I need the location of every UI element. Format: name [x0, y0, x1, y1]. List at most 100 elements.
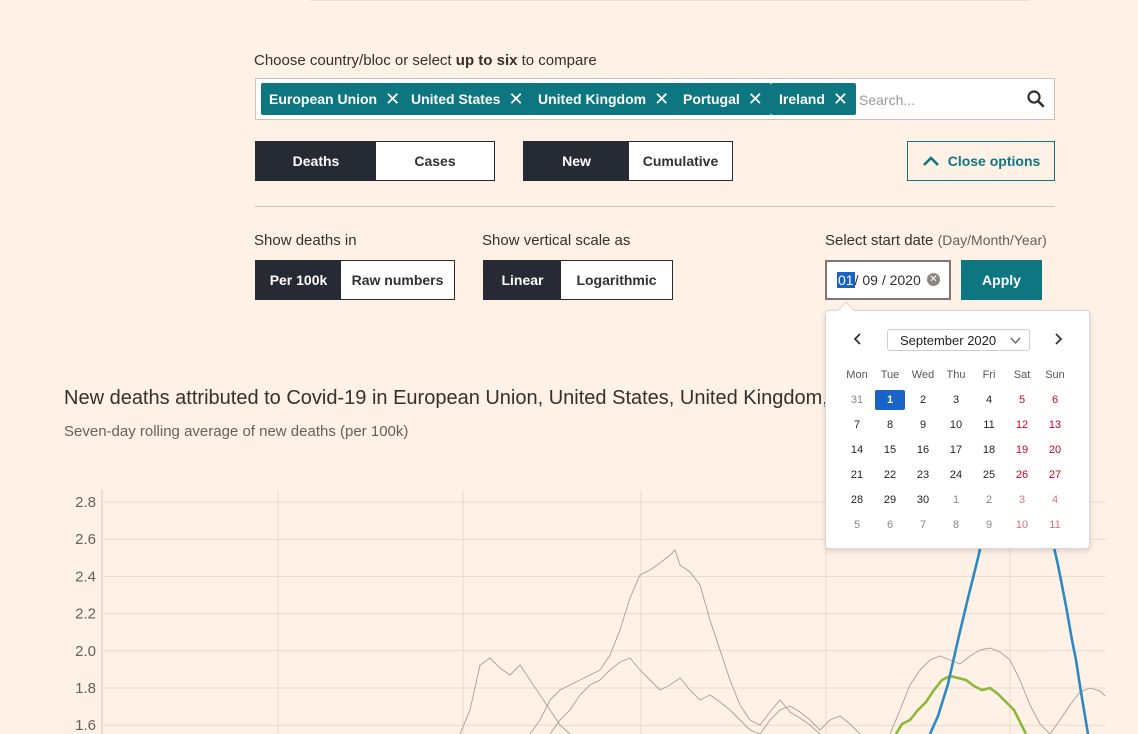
remove-tag-icon[interactable]: ✕: [508, 90, 523, 108]
calendar-day[interactable]: 2: [908, 390, 938, 410]
weekday-header-sat: Sat: [1013, 369, 1031, 381]
y-tick-label: 2.8: [75, 494, 96, 511]
tag-united-kingdom[interactable]: United Kingdom ✕: [530, 83, 678, 115]
close-options-label: Close options: [947, 153, 1041, 169]
calendar-day[interactable]: 12: [1007, 415, 1037, 435]
calendar-day[interactable]: 13: [1040, 415, 1070, 435]
calendar-day[interactable]: 10: [941, 415, 971, 435]
calendar-day[interactable]: 1: [941, 490, 971, 510]
y-axis: 2.8 2.6 2.4 2.2 2.0 1.8 1.6: [75, 494, 96, 734]
calendar-day[interactable]: 7: [842, 415, 872, 435]
top-border: [310, 0, 1030, 1]
country-selector[interactable]: European Union ✕ United States ✕ United Ki…: [255, 78, 1055, 120]
calendar-day[interactable]: 14: [842, 440, 872, 460]
calendar-day[interactable]: 3: [1007, 490, 1037, 510]
tag-label: Portugal: [683, 91, 740, 107]
chevron-left-icon[interactable]: [850, 331, 866, 347]
calendar-day[interactable]: 8: [875, 415, 905, 435]
calendar-day[interactable]: 9: [908, 415, 938, 435]
chevron-down-icon: [1010, 337, 1021, 345]
logarithmic-button[interactable]: Logarithmic: [561, 261, 672, 299]
calendar-day[interactable]: 6: [1040, 390, 1070, 410]
remove-tag-icon[interactable]: ✕: [654, 90, 669, 108]
calendar-day[interactable]: 23: [908, 465, 938, 485]
series-line-gray-5: [889, 647, 1051, 734]
calendar-day[interactable]: 4: [974, 390, 1004, 410]
calendar-day[interactable]: 18: [974, 440, 1004, 460]
date-rest-segment[interactable]: / 09 / 2020: [855, 272, 921, 288]
scale-label: Show vertical scale as: [482, 232, 631, 249]
cumulative-button[interactable]: Cumulative: [629, 142, 732, 180]
raw-numbers-button[interactable]: Raw numbers: [341, 261, 454, 299]
tag-united-states[interactable]: United States ✕: [403, 83, 532, 115]
month-select[interactable]: September 2020: [887, 329, 1030, 351]
remove-tag-icon[interactable]: ✕: [748, 90, 763, 108]
remove-tag-icon[interactable]: ✕: [385, 90, 400, 108]
calendar-day[interactable]: 22: [875, 465, 905, 485]
date-day-segment[interactable]: 01: [837, 272, 855, 288]
calendar-day[interactable]: 5: [842, 515, 872, 535]
calendar-day[interactable]: 10: [1007, 515, 1037, 535]
tag-label: United Kingdom: [538, 91, 647, 107]
calendar-day[interactable]: 17: [941, 440, 971, 460]
calendar-day[interactable]: 11: [1040, 515, 1070, 535]
calendar-day[interactable]: 24: [941, 465, 971, 485]
calendar-day[interactable]: 30: [908, 490, 938, 510]
tag-ireland[interactable]: Ireland ✕: [771, 83, 856, 115]
y-tick-label: 1.8: [75, 680, 96, 697]
tag-portugal[interactable]: Portugal ✕: [675, 83, 771, 115]
y-tick-label: 2.6: [75, 531, 96, 548]
y-tick-label: 2.2: [75, 606, 96, 623]
calendar-day[interactable]: 29: [875, 490, 905, 510]
month-select-label: September 2020: [900, 332, 997, 348]
scale-toggle: Linear Logarithmic: [483, 260, 673, 300]
start-date-input[interactable]: 01/ 09 / 2020 ✕: [825, 260, 951, 300]
tag-label: Ireland: [779, 91, 825, 107]
close-options-button[interactable]: Close options: [907, 141, 1055, 181]
search-input[interactable]: [859, 87, 1019, 113]
per-100k-button[interactable]: Per 100k: [256, 261, 341, 299]
calendar-day[interactable]: 21: [842, 465, 872, 485]
calendar-day[interactable]: 1: [875, 390, 905, 410]
clear-date-icon[interactable]: ✕: [927, 273, 940, 286]
calendar-day[interactable]: 25: [974, 465, 1004, 485]
weekday-header-tue: Tue: [880, 369, 900, 381]
apply-button[interactable]: Apply: [961, 260, 1042, 300]
weekday-header-thu: Thu: [946, 369, 966, 381]
metric-toggle: Deaths Cases: [255, 141, 495, 181]
calendar-day[interactable]: 19: [1007, 440, 1037, 460]
calendar-day[interactable]: 6: [875, 515, 905, 535]
series-line-gray-3: [549, 657, 761, 734]
calendar-day[interactable]: 28: [842, 490, 872, 510]
calendar-day[interactable]: 2: [974, 490, 1004, 510]
cases-button[interactable]: Cases: [376, 142, 494, 180]
calendar-day[interactable]: 31: [842, 390, 872, 410]
calendar-day[interactable]: 26: [1007, 465, 1037, 485]
linear-button[interactable]: Linear: [484, 261, 561, 299]
calendar-day[interactable]: 4: [1040, 490, 1070, 510]
new-button[interactable]: New: [524, 142, 629, 180]
show-in-toggle: Per 100k Raw numbers: [255, 260, 455, 300]
tag-label: European Union: [269, 91, 378, 107]
y-tick-label: 2.0: [75, 643, 96, 660]
calendar-day[interactable]: 20: [1040, 440, 1070, 460]
calendar-day[interactable]: 8: [941, 515, 971, 535]
chevron-right-icon[interactable]: [1050, 331, 1066, 347]
calendar-day[interactable]: 7: [908, 515, 938, 535]
remove-tag-icon[interactable]: ✕: [833, 90, 848, 108]
chevron-up-icon: [922, 156, 939, 166]
series-line-gray-4: [759, 705, 861, 734]
y-tick-label: 2.4: [75, 568, 96, 585]
calendar-day[interactable]: 11: [974, 415, 1004, 435]
weekday-header-fri: Fri: [982, 369, 996, 381]
calendar-day[interactable]: 27: [1040, 465, 1070, 485]
calendar-day[interactable]: 15: [875, 440, 905, 460]
deaths-button[interactable]: Deaths: [256, 142, 376, 180]
tag-european-union[interactable]: European Union ✕: [261, 83, 409, 115]
calendar-day[interactable]: 3: [941, 390, 971, 410]
calendar-day[interactable]: 9: [974, 515, 1004, 535]
calendar-day[interactable]: 5: [1007, 390, 1037, 410]
calendar-day[interactable]: 16: [908, 440, 938, 460]
search-icon[interactable]: [1026, 89, 1046, 109]
chart-subtitle: Seven-day rolling average of new deaths …: [64, 423, 409, 440]
